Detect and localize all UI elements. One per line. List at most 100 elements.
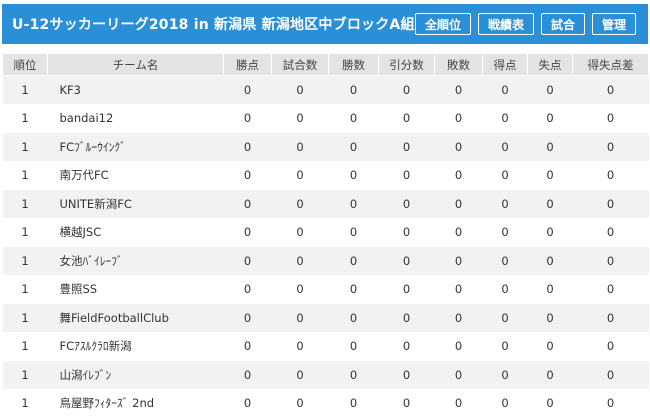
cell-wins: 0 xyxy=(328,246,379,276)
admin-button[interactable]: 管理 xyxy=(591,13,636,35)
cell-draws: 0 xyxy=(378,217,435,247)
column-header-rank: 順位 xyxy=(2,53,48,76)
cell-goals-for: 0 xyxy=(482,274,528,304)
standings-table: 順位 チーム名 勝点 試合数 勝数 引分数 敗数 得点 失点 得失点差 1 KF3 0 0 0 0 0 0 0 0 1… xyxy=(2,53,649,418)
cell-draws: 0 xyxy=(378,132,435,162)
cell-draws: 0 xyxy=(378,160,435,190)
cell-goal-diff: 0 xyxy=(572,388,649,418)
table-row: 1 女池ﾊﾞｲﾚｰﾌﾞ 0 0 0 0 0 0 0 0 xyxy=(2,246,649,276)
cell-goals-against: 0 xyxy=(527,217,573,247)
table-row: 1 横越JSC 0 0 0 0 0 0 0 0 xyxy=(2,217,649,247)
cell-wins: 0 xyxy=(328,331,379,361)
cell-wins: 0 xyxy=(328,303,379,333)
cell-draws: 0 xyxy=(378,75,435,105)
cell-goals-against: 0 xyxy=(527,331,573,361)
all-standings-button[interactable]: 全順位 xyxy=(414,13,471,35)
cell-points: 0 xyxy=(223,274,272,304)
cell-team-name: 舞FieldFootballClub xyxy=(47,303,224,333)
column-header-goals-against: 失点 xyxy=(527,53,573,76)
table-row: 1 bandai12 0 0 0 0 0 0 0 0 xyxy=(2,103,649,133)
cell-rank: 1 xyxy=(2,75,48,105)
cell-draws: 0 xyxy=(378,331,435,361)
column-header-points: 勝点 xyxy=(223,53,272,76)
cell-losses: 0 xyxy=(434,75,483,105)
cell-goals-for: 0 xyxy=(482,75,528,105)
cell-rank: 1 xyxy=(2,160,48,190)
cell-losses: 0 xyxy=(434,246,483,276)
cell-wins: 0 xyxy=(328,103,379,133)
cell-goal-diff: 0 xyxy=(572,132,649,162)
cell-goals-for: 0 xyxy=(482,303,528,333)
cell-points: 0 xyxy=(223,217,272,247)
cell-losses: 0 xyxy=(434,217,483,247)
cell-played: 0 xyxy=(271,217,329,247)
table-row: 1 FCﾌﾞﾙｰｳｲﾝｸﾞ 0 0 0 0 0 0 0 0 xyxy=(2,132,649,162)
cell-points: 0 xyxy=(223,103,272,133)
cell-team-name: 鳥屋野ﾌｨﾀｰｽﾞ 2nd xyxy=(47,388,224,418)
cell-points: 0 xyxy=(223,303,272,333)
cell-goals-for: 0 xyxy=(482,103,528,133)
cell-losses: 0 xyxy=(434,303,483,333)
cell-goals-for: 0 xyxy=(482,132,528,162)
cell-rank: 1 xyxy=(2,331,48,361)
results-table-button[interactable]: 戦績表 xyxy=(477,13,534,35)
cell-wins: 0 xyxy=(328,388,379,418)
cell-losses: 0 xyxy=(434,189,483,219)
cell-team-name: KF3 xyxy=(47,75,224,105)
cell-played: 0 xyxy=(271,189,329,219)
cell-team-name: 女池ﾊﾞｲﾚｰﾌﾞ xyxy=(47,246,224,276)
cell-team-name: 山潟ｲﾚﾌﾞﾝ xyxy=(47,360,224,390)
column-header-losses: 敗数 xyxy=(434,53,483,76)
cell-points: 0 xyxy=(223,246,272,276)
cell-points: 0 xyxy=(223,331,272,361)
cell-wins: 0 xyxy=(328,217,379,247)
cell-goal-diff: 0 xyxy=(572,274,649,304)
cell-draws: 0 xyxy=(378,103,435,133)
cell-goals-for: 0 xyxy=(482,388,528,418)
cell-team-name: FCｱｽﾙｸﾗﾛ新潟 xyxy=(47,331,224,361)
cell-wins: 0 xyxy=(328,360,379,390)
cell-goals-against: 0 xyxy=(527,132,573,162)
cell-goals-for: 0 xyxy=(482,217,528,247)
cell-played: 0 xyxy=(271,331,329,361)
cell-points: 0 xyxy=(223,160,272,190)
cell-goals-for: 0 xyxy=(482,246,528,276)
cell-wins: 0 xyxy=(328,132,379,162)
cell-points: 0 xyxy=(223,189,272,219)
table-body: 1 KF3 0 0 0 0 0 0 0 0 1 bandai12 0 0 0 0 0 0 0 0 1 FCﾌﾞﾙｰｳｲﾝｸ… xyxy=(2,75,649,418)
cell-losses: 0 xyxy=(434,103,483,133)
cell-played: 0 xyxy=(271,160,329,190)
cell-goals-against: 0 xyxy=(527,274,573,304)
cell-goals-for: 0 xyxy=(482,360,528,390)
cell-played: 0 xyxy=(271,132,329,162)
cell-draws: 0 xyxy=(378,189,435,219)
column-header-wins: 勝数 xyxy=(328,53,379,76)
cell-points: 0 xyxy=(223,360,272,390)
cell-team-name: bandai12 xyxy=(47,103,224,133)
cell-rank: 1 xyxy=(2,246,48,276)
cell-played: 0 xyxy=(271,388,329,418)
cell-points: 0 xyxy=(223,388,272,418)
matches-button[interactable]: 試合 xyxy=(540,13,585,35)
cell-points: 0 xyxy=(223,75,272,105)
table-row: 1 山潟ｲﾚﾌﾞﾝ 0 0 0 0 0 0 0 0 xyxy=(2,360,649,390)
table-row: 1 豊照SS 0 0 0 0 0 0 0 0 xyxy=(2,274,649,304)
cell-losses: 0 xyxy=(434,274,483,304)
cell-rank: 1 xyxy=(2,303,48,333)
column-header-played: 試合数 xyxy=(271,53,329,76)
cell-goals-against: 0 xyxy=(527,360,573,390)
column-header-goal-diff: 得失点差 xyxy=(572,53,649,76)
cell-team-name: 豊照SS xyxy=(47,274,224,304)
cell-rank: 1 xyxy=(2,189,48,219)
cell-team-name: FCﾌﾞﾙｰｳｲﾝｸﾞ xyxy=(47,132,224,162)
table-row: 1 舞FieldFootballClub 0 0 0 0 0 0 0 0 xyxy=(2,303,649,333)
page-header: U-12サッカーリーグ2018 in 新潟県 新潟地区中ブロックA組 全順位 戦… xyxy=(2,4,648,44)
cell-wins: 0 xyxy=(328,274,379,304)
cell-goal-diff: 0 xyxy=(572,246,649,276)
cell-draws: 0 xyxy=(378,303,435,333)
cell-team-name: 南万代FC xyxy=(47,160,224,190)
cell-draws: 0 xyxy=(378,274,435,304)
cell-played: 0 xyxy=(271,246,329,276)
cell-goal-diff: 0 xyxy=(572,331,649,361)
cell-goals-against: 0 xyxy=(527,388,573,418)
